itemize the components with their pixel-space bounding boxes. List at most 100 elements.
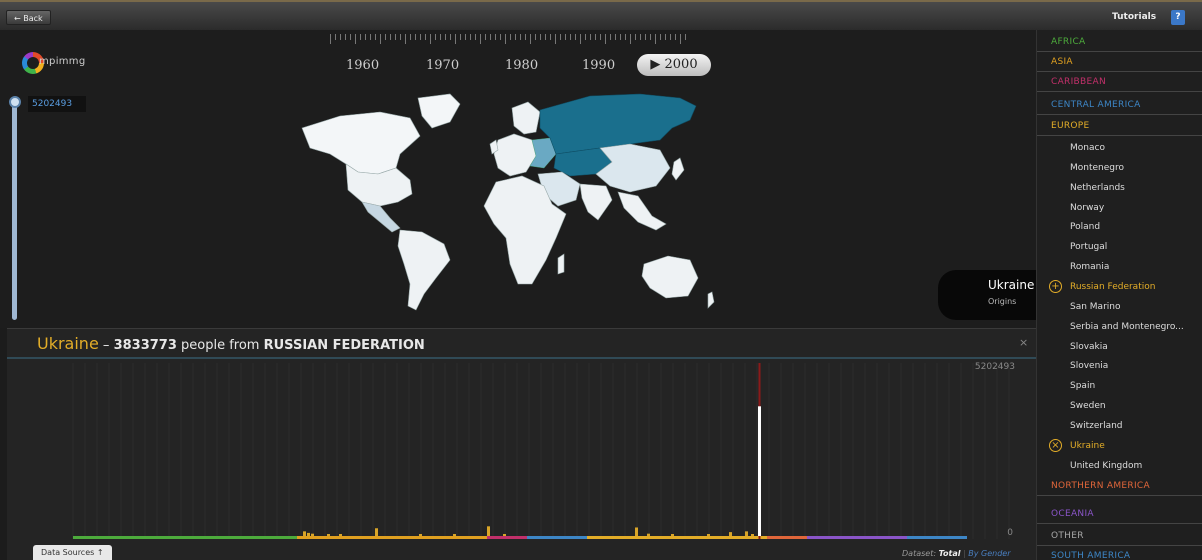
year-label[interactable]: 1960 xyxy=(346,58,379,73)
map-region-east-asia[interactable] xyxy=(595,143,671,193)
world-map[interactable] xyxy=(300,88,720,326)
map-region-greenland[interactable] xyxy=(417,93,461,129)
timeline-tick xyxy=(405,34,406,44)
country-item[interactable]: Romania xyxy=(1070,257,1109,277)
map-region-australia[interactable] xyxy=(641,255,699,299)
back-button[interactable]: ← Back xyxy=(6,10,51,25)
panel-people-text: people from xyxy=(176,338,264,353)
chart-bar xyxy=(307,532,310,536)
timeline-tick xyxy=(400,34,401,40)
timeline-tick xyxy=(650,34,651,40)
country-item[interactable]: Montenegro xyxy=(1070,158,1124,178)
chart-bar xyxy=(647,533,650,536)
origins-chart[interactable]: 5202493 0 xyxy=(7,357,1036,545)
dataset-gender-link[interactable]: By Gender xyxy=(968,549,1010,558)
country-item[interactable]: Portugal xyxy=(1070,237,1107,257)
scale-slider-track[interactable] xyxy=(12,102,17,320)
map-region-madagascar[interactable] xyxy=(557,253,565,275)
timeline-tick xyxy=(515,34,516,40)
timeline-tick xyxy=(630,34,631,44)
play-icon: ▶ xyxy=(650,57,661,72)
timeline-tick xyxy=(530,34,531,44)
chart-bar xyxy=(729,532,732,536)
region-oceania[interactable]: OCEANIA xyxy=(1037,504,1202,524)
region-other[interactable]: OTHER xyxy=(1037,526,1202,546)
panel-separator: – xyxy=(98,338,114,353)
help-button[interactable]: ? xyxy=(1171,10,1185,25)
country-item[interactable]: Norway xyxy=(1070,198,1104,218)
map-area: mpimmg 5202493 1960 1970 1980 1990 ▶ 200… xyxy=(0,30,1036,328)
country-item[interactable]: San Marino xyxy=(1070,297,1120,317)
year-label[interactable]: 1980 xyxy=(505,58,538,73)
panel-country: Ukraine xyxy=(37,334,99,353)
country-item[interactable]: Netherlands xyxy=(1070,178,1125,198)
timeline-tick xyxy=(525,34,526,40)
timeline-tick xyxy=(655,34,656,44)
timeline-tick xyxy=(490,34,491,40)
data-sources-button[interactable]: Data Sources ↑ xyxy=(33,545,112,560)
timeline-tick xyxy=(680,34,681,44)
map-region-new-zealand[interactable] xyxy=(707,291,715,309)
chart-baseline-segment xyxy=(487,536,527,539)
year-timeline[interactable]: 1960 1970 1980 1990 ▶ 2000 xyxy=(330,30,711,80)
map-region-europe-west[interactable] xyxy=(493,133,537,177)
remove-circle-icon[interactable]: × xyxy=(1049,439,1062,452)
chart-bar xyxy=(327,534,330,536)
map-region-north-america-north[interactable] xyxy=(301,111,421,175)
country-item-selected-destination[interactable]: Ukraine xyxy=(1070,436,1105,456)
map-region-southeast-asia[interactable] xyxy=(617,191,667,231)
country-item[interactable]: Serbia and Montenegro... xyxy=(1070,317,1184,337)
timeline-tick xyxy=(575,34,576,40)
scale-slider-handle[interactable] xyxy=(9,96,21,108)
timeline-tick xyxy=(590,34,591,40)
region-europe[interactable]: EUROPE xyxy=(1037,116,1202,136)
map-region-scandinavia[interactable] xyxy=(511,101,541,135)
map-region-south-asia[interactable] xyxy=(579,183,613,221)
timeline-tick xyxy=(520,34,521,40)
country-item[interactable]: Monaco xyxy=(1070,138,1105,158)
region-africa[interactable]: AFRICA xyxy=(1037,32,1202,52)
app-window: ← Back Tutorials ? mpimmg 5202493 1960 1… xyxy=(0,0,1202,560)
country-item[interactable]: Slovakia xyxy=(1070,337,1108,357)
chart-bar xyxy=(453,534,456,536)
timeline-tick xyxy=(465,34,466,40)
year-label[interactable]: 1990 xyxy=(582,58,615,73)
region-south-america[interactable]: SOUTH AMERICA xyxy=(1037,546,1202,560)
country-item[interactable]: Spain xyxy=(1070,376,1095,396)
chart-baseline-segment xyxy=(527,536,587,539)
timeline-tick xyxy=(570,34,571,40)
region-northern-america[interactable]: NORTHERN AMERICA xyxy=(1037,476,1202,496)
chart-bar-highlight xyxy=(758,406,761,536)
timeline-tick xyxy=(340,34,341,40)
current-year-button[interactable]: ▶ 2000 xyxy=(637,54,711,76)
chart-max-label: 5202493 xyxy=(975,362,1015,372)
chart-bar xyxy=(671,534,674,536)
timeline-ticks xyxy=(330,34,686,44)
timeline-tick xyxy=(435,34,436,40)
timeline-tick xyxy=(475,34,476,40)
add-circle-icon[interactable]: + xyxy=(1049,280,1062,293)
country-item[interactable]: Poland xyxy=(1070,217,1100,237)
country-item[interactable]: Sweden xyxy=(1070,396,1106,416)
country-item-selected-origin[interactable]: Russian Federation xyxy=(1070,277,1155,297)
tutorials-button[interactable]: Tutorials xyxy=(1112,10,1156,25)
map-region-central-america[interactable] xyxy=(361,201,401,233)
timeline-tick xyxy=(350,34,351,40)
chart-bar xyxy=(635,527,638,536)
close-icon[interactable]: × xyxy=(1019,336,1028,349)
year-label[interactable]: 1970 xyxy=(426,58,459,73)
timeline-tick xyxy=(670,34,671,40)
map-region-japan[interactable] xyxy=(671,157,685,181)
timeline-tick xyxy=(540,34,541,40)
region-central-america[interactable]: CENTRAL AMERICA xyxy=(1037,95,1202,115)
map-region-russia[interactable] xyxy=(539,93,697,155)
map-region-south-america[interactable] xyxy=(397,229,451,311)
chart-bar xyxy=(311,533,314,536)
country-item[interactable]: Slovenia xyxy=(1070,356,1108,376)
dataset-total-link[interactable]: Total xyxy=(939,549,961,558)
country-item[interactable]: Switzerland xyxy=(1070,416,1123,436)
country-item[interactable]: United Kingdom xyxy=(1070,456,1142,476)
timeline-tick xyxy=(365,34,366,40)
region-asia[interactable]: ASIA xyxy=(1037,52,1202,72)
region-caribbean[interactable]: CARIBBEAN xyxy=(1037,72,1202,92)
